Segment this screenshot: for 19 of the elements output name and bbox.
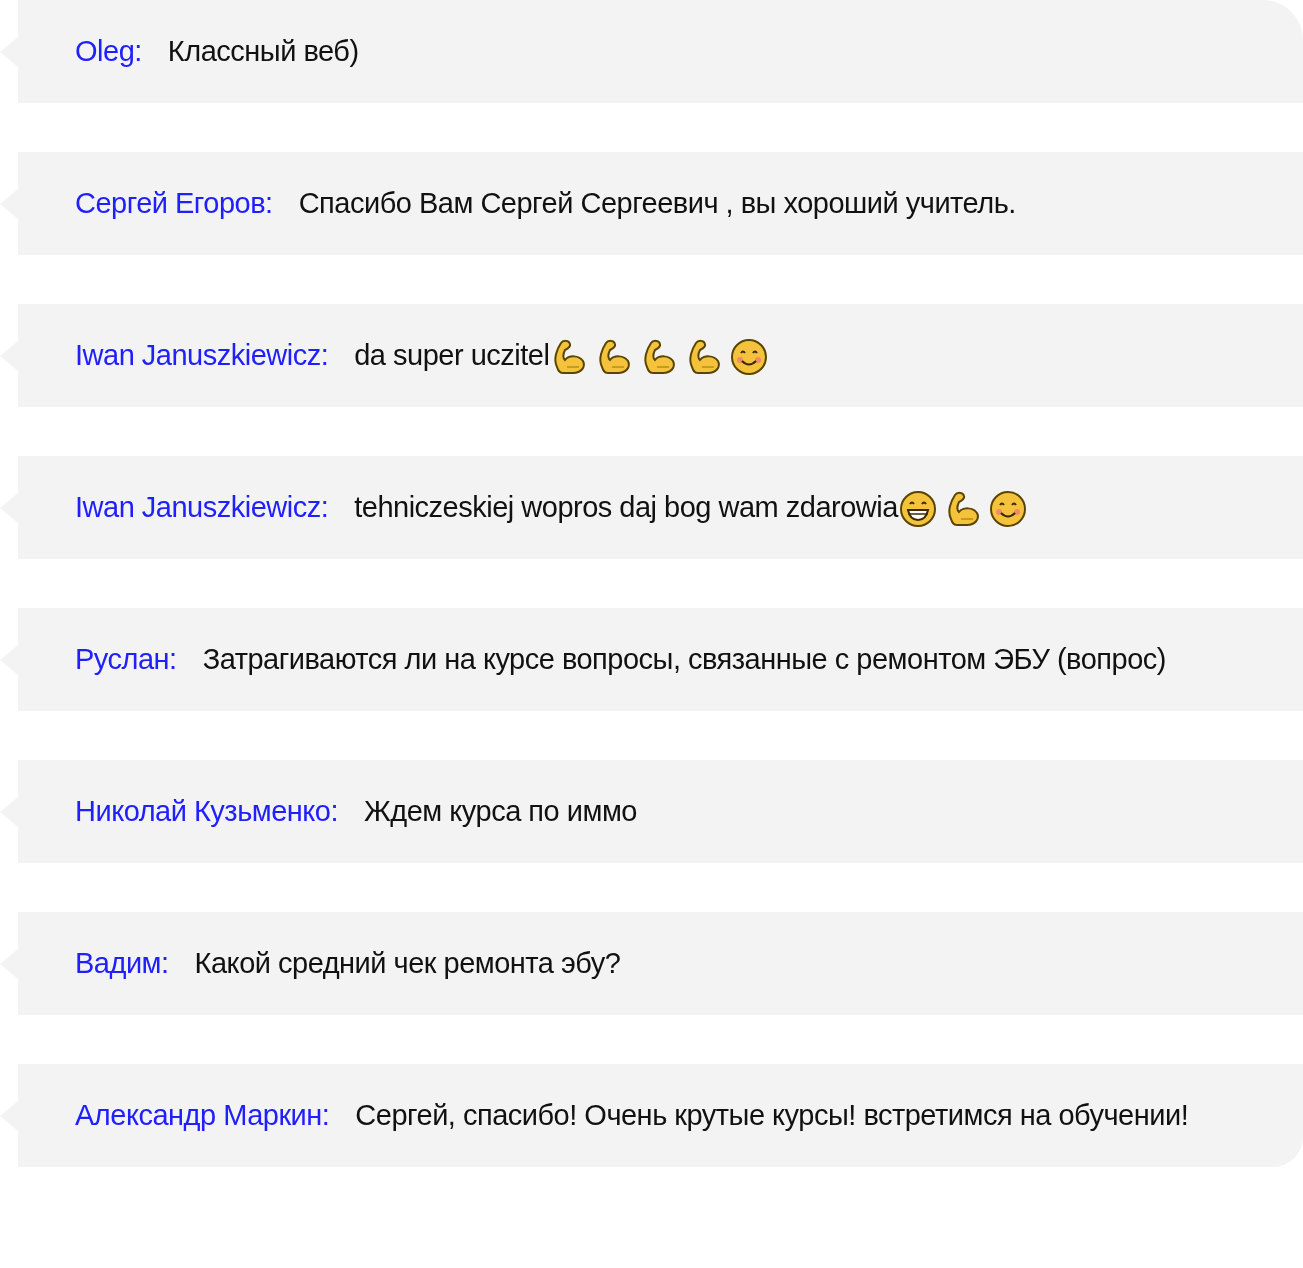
author-name[interactable]: Александр Маркин:	[75, 1099, 330, 1131]
message-text: Ждем курса по иммо	[364, 795, 637, 827]
author-name[interactable]: Николай Кузьменко:	[75, 795, 339, 827]
author-name[interactable]: Iwan Januszkiewicz:	[75, 339, 329, 371]
smiling-face-icon	[729, 337, 770, 378]
author-name[interactable]: Iwan Januszkiewicz:	[75, 491, 329, 523]
message-text: Спасибо Вам Сергей Сергеевич , вы хороший учитель.	[298, 187, 1016, 219]
message-text: Затрагиваются ли на курсе вопросы, связанные с ремонтом ЭБУ (вопрос)	[202, 643, 1166, 675]
grinning-face-icon	[897, 489, 938, 530]
message-text: Классный веб)	[167, 35, 359, 67]
author-name[interactable]: Сергей Егоров:	[75, 187, 273, 219]
message-text: da super uczitel	[354, 339, 550, 371]
message-text: Какой средний чек ремонта эбу?	[194, 947, 621, 979]
author-name[interactable]: Oleg:	[75, 35, 142, 67]
message-text: tehniczeskiej wopros daj bog wam zdarowia	[354, 491, 898, 523]
message-text: Сергей, спасибо! Очень крутые курсы! встретимся на обучении!	[355, 1099, 1189, 1131]
smiling-face-icon	[987, 489, 1028, 530]
author-name[interactable]: Вадим:	[75, 947, 169, 979]
author-name[interactable]: Руслан:	[75, 643, 177, 675]
